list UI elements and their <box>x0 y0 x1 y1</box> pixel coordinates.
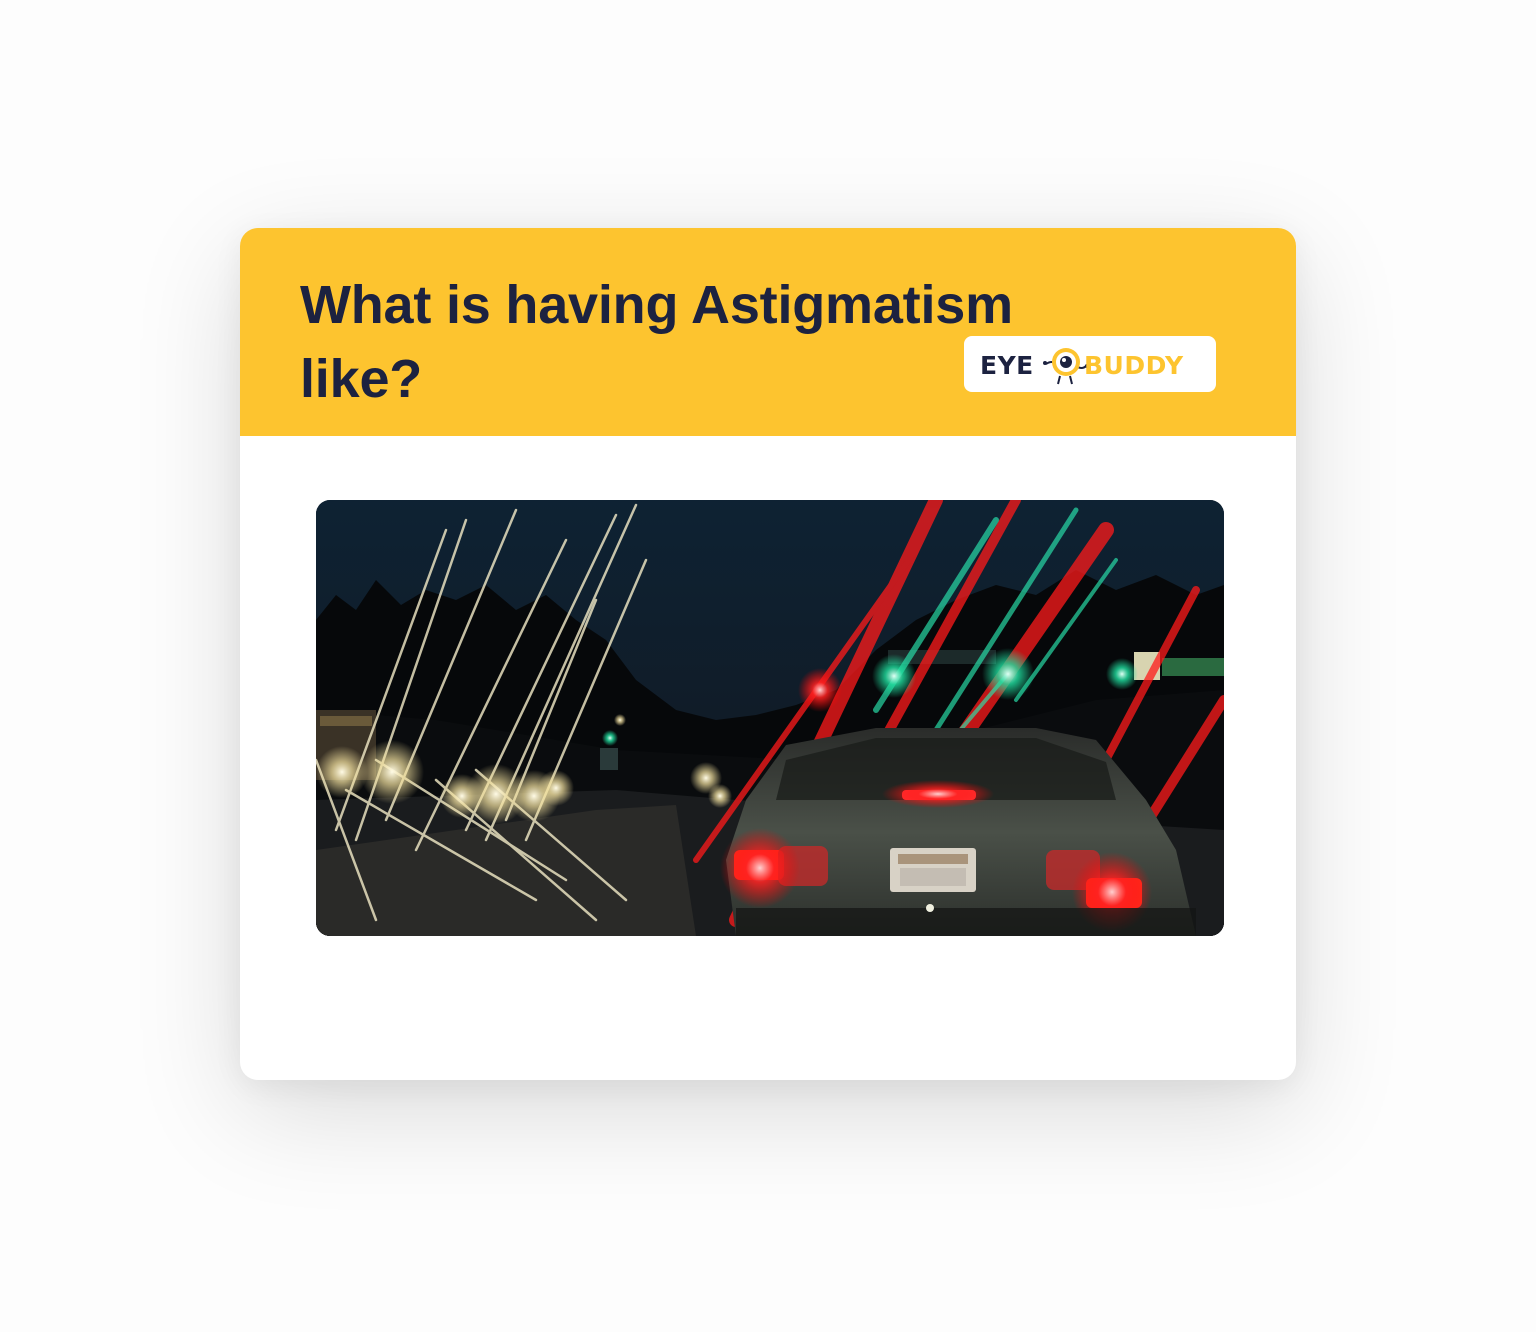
card-title: What is having Astigmatism like? <box>300 275 1013 409</box>
night-road-astigmatism-photo <box>316 500 1224 936</box>
photo-illustration <box>316 500 1224 936</box>
logo-word-eye: EYE <box>980 351 1034 380</box>
logo-word-buddy: BUDDY <box>1084 351 1184 380</box>
card-header: What is having Astigmatism like? EYE BUD… <box>240 228 1296 436</box>
page: What is having Astigmatism like? EYE BUD… <box>0 0 1536 1332</box>
astigmatism-card: What is having Astigmatism like? EYE BUD… <box>240 228 1296 1080</box>
eye-buddy-logo: EYE BUDDY <box>964 336 1216 392</box>
